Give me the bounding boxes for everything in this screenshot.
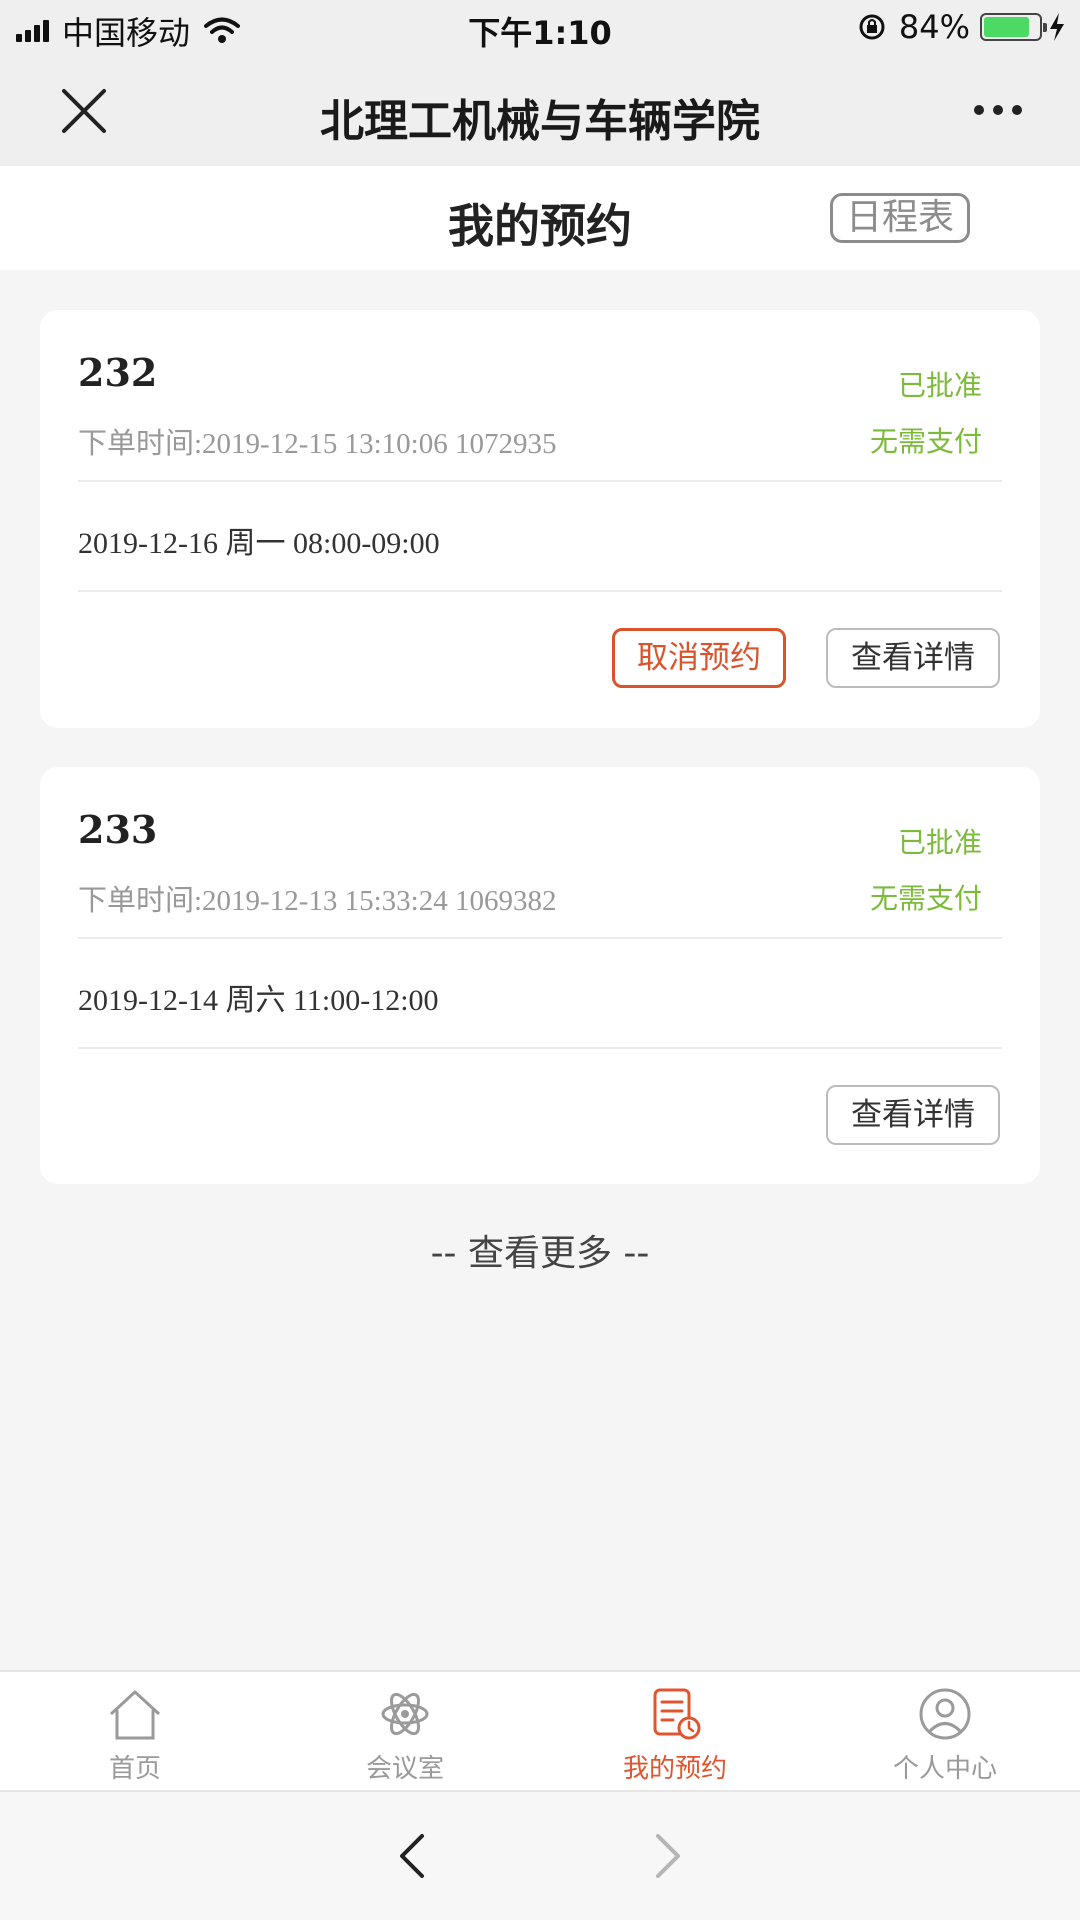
booking-id: 233: [78, 807, 158, 852]
tab-label: 我的预约: [622, 1754, 727, 1784]
page-header: 我的预约 日程表: [0, 166, 1080, 270]
status-badge: 已批准: [897, 826, 982, 859]
load-more-link[interactable]: -- 查看更多 --: [0, 1224, 1080, 1276]
status-bar: 中国移动 下午1:10 84%: [0, 0, 1080, 55]
status-badge: 已批准: [897, 369, 982, 402]
status-right: 84%: [857, 8, 1066, 46]
battery-icon: [980, 13, 1047, 41]
order-time: 下单时间:2019-12-13 15:33:24 1069382: [78, 885, 557, 917]
order-time: 下单时间:2019-12-15 13:10:06 1072935: [78, 428, 557, 460]
rotation-lock-icon: [859, 14, 885, 40]
divider: [78, 480, 1002, 482]
payment-status: 无需支付: [869, 882, 982, 915]
tab-label: 会议室: [365, 1754, 444, 1784]
tab-profile[interactable]: 个人中心: [810, 1672, 1080, 1792]
battery-level: [984, 17, 1030, 37]
atom-icon: [381, 1692, 429, 1736]
home-icon: [109, 1690, 161, 1740]
nav-bar: 北理工机械与车辆学院: [0, 55, 1080, 166]
tab-my-bookings[interactable]: 我的预约: [540, 1672, 810, 1792]
page: 中国移动 下午1:10 84% 北理工机械与车辆学院 我的预约 日程表 232 …: [0, 0, 1080, 1920]
booking-card: 233 下单时间:2019-12-13 15:33:24 1069382 已批准…: [40, 767, 1040, 1184]
cancel-booking-button[interactable]: 取消预约: [612, 628, 786, 688]
booking-card: 232 下单时间:2019-12-15 13:10:06 1072935 已批准…: [40, 310, 1040, 728]
payment-status: 无需支付: [869, 425, 982, 458]
divider: [78, 1047, 1002, 1049]
booking-list-icon: [653, 1688, 701, 1740]
back-arrow-icon[interactable]: [392, 1830, 432, 1882]
booking-slot: 2019-12-16 周一 08:00-09:00: [78, 527, 440, 560]
user-circle-icon: [919, 1688, 971, 1740]
nav-title: 北理工机械与车辆学院: [320, 96, 760, 147]
booking-slot: 2019-12-14 周六 11:00-12:00: [78, 984, 439, 1017]
tab-label: 首页: [108, 1754, 161, 1784]
more-icon[interactable]: [965, 105, 1022, 115]
view-details-button[interactable]: 查看详情: [826, 1085, 1000, 1145]
divider: [78, 937, 1002, 939]
tab-home[interactable]: 首页: [0, 1672, 270, 1792]
booking-id: 232: [78, 350, 158, 395]
tab-meeting-room[interactable]: 会议室: [270, 1672, 540, 1792]
forward-arrow-icon[interactable]: [648, 1830, 688, 1882]
tab-bar: 首页 会议室 我的预约 个人中心: [0, 1670, 1080, 1790]
browser-toolbar: [0, 1790, 1080, 1920]
tab-label: 个人中心: [892, 1754, 997, 1784]
divider: [78, 590, 1002, 592]
schedule-button[interactable]: 日程表: [830, 193, 970, 243]
charging-icon: [1050, 13, 1064, 41]
battery-percent: 84%: [898, 8, 970, 46]
view-details-button[interactable]: 查看详情: [826, 628, 1000, 688]
